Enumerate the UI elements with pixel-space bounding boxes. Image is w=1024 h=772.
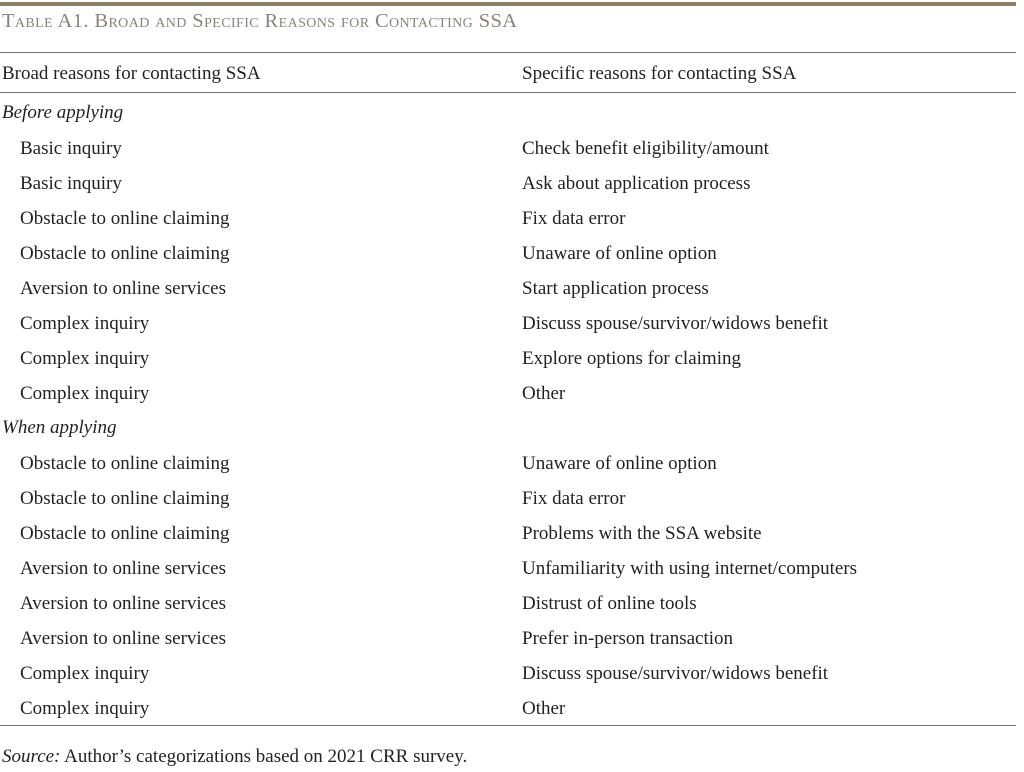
- cell-specific-reason: Prefer in-person transaction: [522, 628, 734, 649]
- cell-specific-reason: Check benefit eligibility/amount: [522, 138, 769, 159]
- cell-broad-reason: Complex inquiry: [20, 663, 150, 684]
- cell-specific-reason: Unaware of online option: [522, 453, 717, 474]
- table-row: Complex inquiry Other: [0, 379, 1016, 414]
- section-heading: Before applying: [2, 102, 124, 123]
- table-page: Table A1. Broad and Specific Reasons for…: [0, 0, 1024, 772]
- cell-specific-reason: Fix data error: [522, 488, 626, 509]
- cell-broad-reason: Complex inquiry: [20, 348, 150, 369]
- cell-specific-reason: Discuss spouse/survivor/widows benefit: [522, 313, 829, 334]
- table-row: Obstacle to online claiming Unaware of on…: [0, 449, 1016, 484]
- table-row: Obstacle to online claiming Fix data erro…: [0, 204, 1016, 239]
- table-row: Obstacle to online claiming Unaware of on…: [0, 239, 1016, 274]
- column-header-specific-reasons: Specific reasons for contacting SSA: [522, 63, 797, 84]
- top-decorative-rule: [0, 2, 1016, 6]
- cell-specific-reason: Explore options for claiming: [522, 348, 741, 369]
- table-title: Table A1. Broad and Specific Reasons for…: [2, 10, 518, 32]
- cell-broad-reason: Obstacle to online claiming: [20, 243, 230, 264]
- table-row: Obstacle to online claiming Fix data erro…: [0, 484, 1016, 519]
- source-note: Source: Author’s categorizations based o…: [2, 745, 467, 769]
- table-row: Complex inquiry Other: [0, 694, 1016, 729]
- table-row: Obstacle to online claiming Problems with…: [0, 519, 1016, 554]
- cell-broad-reason: Complex inquiry: [20, 383, 150, 404]
- table-body: Before applying Basic inquiry Check benefi…: [0, 99, 1016, 729]
- header-top-rule: [0, 52, 1016, 54]
- cell-specific-reason: Unfamiliarity with using internet/comput…: [522, 558, 858, 579]
- source-label: Source:: [2, 746, 61, 767]
- cell-broad-reason: Basic inquiry: [20, 138, 122, 159]
- cell-broad-reason: Obstacle to online claiming: [20, 523, 230, 544]
- source-text: Author’s categorizations based on 2021 C…: [60, 746, 468, 767]
- cell-specific-reason: Ask about application process: [522, 173, 751, 194]
- cell-specific-reason: Distrust of online tools: [522, 593, 697, 614]
- cell-broad-reason: Aversion to online services: [20, 593, 226, 614]
- cell-broad-reason: Obstacle to online claiming: [20, 453, 230, 474]
- table-row: Complex inquiry Discuss spouse/survivor/w…: [0, 659, 1016, 694]
- cell-specific-reason: Discuss spouse/survivor/widows benefit: [522, 663, 829, 684]
- cell-broad-reason: Aversion to online services: [20, 628, 226, 649]
- cell-specific-reason: Other: [522, 698, 566, 719]
- section-heading: When applying: [2, 417, 117, 438]
- cell-broad-reason: Aversion to online services: [20, 278, 226, 299]
- header-bottom-rule: [0, 92, 1016, 94]
- table-row: Complex inquiry Explore options for claim…: [0, 344, 1016, 379]
- cell-broad-reason: Obstacle to online claiming: [20, 208, 230, 229]
- column-header-broad-reasons: Broad reasons for contacting SSA: [2, 63, 261, 84]
- table-row: Aversion to online services Distrust of o…: [0, 589, 1016, 624]
- table-row: Aversion to online services Unfamiliarity…: [0, 554, 1016, 589]
- cell-specific-reason: Problems with the SSA website: [522, 523, 762, 544]
- cell-broad-reason: Complex inquiry: [20, 698, 150, 719]
- footer-rule: [0, 725, 1016, 727]
- cell-specific-reason: Fix data error: [522, 208, 626, 229]
- table-row: Basic inquiry Ask about application proce…: [0, 169, 1016, 204]
- cell-broad-reason: Aversion to online services: [20, 558, 226, 579]
- table-row: Complex inquiry Discuss spouse/survivor/w…: [0, 309, 1016, 344]
- cell-broad-reason: Obstacle to online claiming: [20, 488, 230, 509]
- table-row: Aversion to online services Prefer in-per…: [0, 624, 1016, 659]
- cell-specific-reason: Unaware of online option: [522, 243, 717, 264]
- cell-broad-reason: Basic inquiry: [20, 173, 122, 194]
- cell-broad-reason: Complex inquiry: [20, 313, 150, 334]
- cell-specific-reason: Start application process: [522, 278, 709, 299]
- table-row: Aversion to online services Start applica…: [0, 274, 1016, 309]
- table-row: Basic inquiry Check benefit eligibility/a…: [0, 134, 1016, 169]
- cell-specific-reason: Other: [522, 383, 566, 404]
